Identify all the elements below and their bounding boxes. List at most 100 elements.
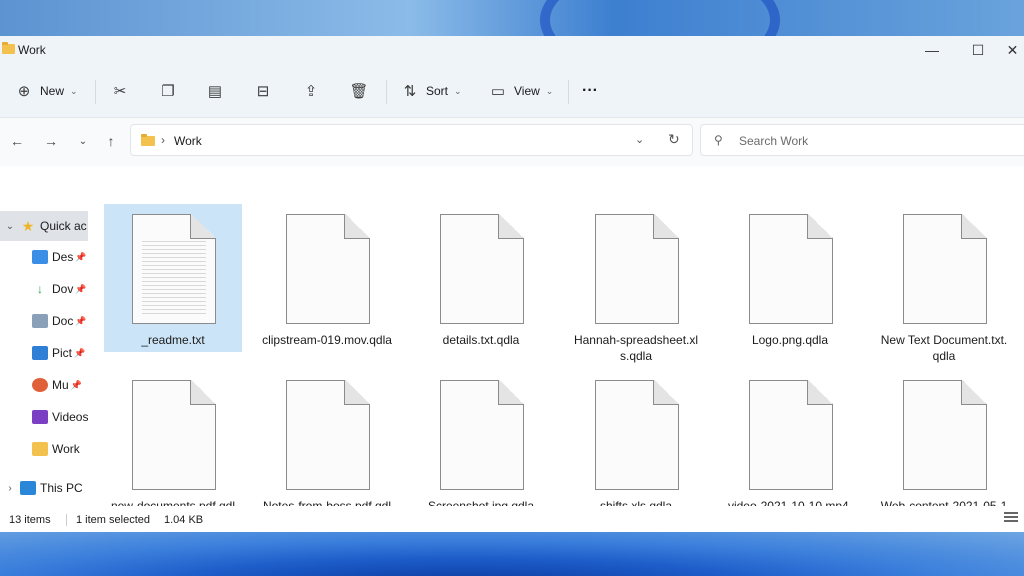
text-lines-icon [142, 238, 206, 314]
file-name: clipstream-019.mov.qdla [262, 333, 392, 347]
page-fold-icon [498, 214, 524, 239]
file-item[interactable]: Screenshot.jpg.qdla [412, 370, 550, 520]
file-item[interactable]: shifts.xls.qdla [567, 370, 705, 520]
search-box[interactable]: ⚲ [700, 124, 1024, 156]
back-button[interactable]: ← [5, 130, 29, 152]
sidebar-item-label: Doc [52, 314, 74, 328]
page-fold-icon [807, 380, 833, 405]
sidebar-item-label: Des [52, 250, 74, 264]
sort-button[interactable]: ⇅ Sort ⌄ [400, 76, 462, 106]
share-button[interactable]: ⇪ [301, 76, 321, 106]
pin-icon: 📌 [74, 347, 86, 358]
sidebar-item-work[interactable]: Work [0, 434, 88, 464]
status-bar: 13 items 1 item selected 1.04 KB [0, 506, 1024, 532]
sidebar-item-this-pc[interactable]: › This PC [0, 473, 88, 503]
page-fold-icon [961, 380, 987, 405]
file-item[interactable]: Notes-from-boss.pdf.qdla [258, 370, 396, 529]
sidebar-item-music[interactable]: Mu 📌 [0, 370, 88, 400]
desktop-icon [32, 250, 48, 264]
address-dropdown-icon[interactable]: ⌄ [635, 133, 644, 146]
sidebar-item-downloads[interactable]: ↓ Dov 📌 [0, 274, 88, 304]
clipboard-icon: ▤ [207, 83, 223, 100]
file-item[interactable]: New Text Document.txt.qdla [875, 204, 1013, 363]
sidebar-item-label: Quick ac [40, 219, 87, 233]
cut-button[interactable]: ✂ [110, 76, 130, 106]
file-name: New Text Document.txt.qdla [880, 333, 1008, 363]
sidebar-item-label: Videos [52, 410, 88, 424]
music-icon [32, 378, 48, 392]
file-list: _readme.txt clipstream-019.mov.qdla detail… [88, 166, 1024, 529]
file-item[interactable]: Web-content-2021-05-13.html.qdla [875, 370, 1013, 529]
chevron-expanded-icon[interactable]: ⌄ [0, 221, 20, 232]
copy-button[interactable]: ❐ [158, 76, 178, 106]
monitor-icon: ▭ [490, 83, 506, 100]
selection-count: 1 item selected [76, 514, 150, 526]
file-item[interactable]: Logo.png.qdla [721, 204, 859, 354]
document-icon [32, 314, 48, 328]
sidebar-item-label: Dov [52, 282, 74, 296]
file-item[interactable]: video-2021-10-10.mp4.qdla [721, 370, 859, 529]
download-icon: ↓ [37, 282, 43, 296]
file-item[interactable]: _readme.txt [104, 204, 242, 352]
forward-button[interactable]: → [39, 130, 63, 152]
pin-icon: 📌 [75, 251, 87, 262]
page-fold-icon [961, 214, 987, 239]
chevron-right-icon[interactable]: › [0, 483, 20, 494]
command-bar: ⊕ New ⌄ ✂ ❐ ▤ ⊟ ⇪ 🗑 ⇅ Sort ⌄ ▭ View ⌄ ··… [0, 64, 1024, 118]
chevron-down-icon: ⌄ [70, 85, 78, 96]
navigation-pane: ⌄ ★ Quick ac Des 📌 ↓ Dov 📌 Doc 📌 Pict 📌 [0, 166, 88, 506]
file-item[interactable]: details.txt.qdla [412, 204, 550, 354]
recent-locations-button[interactable]: ⌄ [71, 130, 95, 152]
delete-button[interactable]: 🗑 [349, 76, 369, 106]
folder-icon [32, 442, 48, 456]
sidebar-item-videos[interactable]: Videos [0, 402, 88, 432]
rename-button[interactable]: ⊟ [253, 76, 273, 106]
more-label: ··· [582, 82, 598, 99]
page-fold-icon [653, 214, 679, 239]
videos-icon [32, 410, 48, 424]
up-button[interactable]: ↑ [99, 130, 123, 152]
page-fold-icon [190, 214, 216, 239]
file-item[interactable]: Hannah-spreadsheet.xls.qdla [567, 204, 705, 363]
pin-icon: 📌 [75, 283, 87, 294]
file-name: details.txt.qdla [442, 333, 520, 347]
paste-button[interactable]: ▤ [205, 76, 225, 106]
sidebar-item-pictures[interactable]: Pict 📌 [0, 338, 88, 368]
toolbar-divider [386, 80, 387, 104]
toolbar-divider [95, 80, 96, 104]
new-button[interactable]: ⊕ New ⌄ [14, 76, 78, 106]
copy-icon: ❐ [161, 83, 175, 100]
view-button[interactable]: ▭ View ⌄ [488, 76, 553, 106]
view-label: View [514, 84, 540, 98]
sidebar-item-documents[interactable]: Doc 📌 [0, 306, 88, 336]
pc-icon [20, 481, 36, 495]
sidebar-item-quick-access[interactable]: ⌄ ★ Quick ac [0, 211, 88, 241]
refresh-icon[interactable]: ↻ [668, 131, 680, 148]
chevron-down-icon: ⌄ [454, 85, 462, 96]
pin-icon: 📌 [75, 315, 87, 326]
details-view-icon[interactable] [1004, 512, 1018, 524]
title-bar: Work — ☐ ✕ [0, 36, 1024, 64]
sidebar-item-label: Work [52, 442, 80, 456]
minimize-button[interactable]: — [909, 36, 955, 64]
breadcrumb-work[interactable]: Work [174, 134, 202, 148]
file-item[interactable]: clipstream-019.mov.qdla [258, 204, 396, 354]
address-bar[interactable]: › Work ⌄ ↻ [130, 124, 693, 156]
arrow-up-icon: ↑ [107, 133, 115, 149]
search-icon: ⚲ [714, 133, 723, 147]
sidebar-item-label: Mu [52, 378, 69, 392]
share-icon: ⇪ [304, 83, 318, 100]
pictures-icon [32, 346, 48, 360]
page-fold-icon [653, 380, 679, 405]
close-button[interactable]: ✕ [1001, 36, 1024, 64]
search-input[interactable] [739, 132, 1009, 150]
file-item[interactable]: new-documents.pdf.qdla [104, 370, 242, 529]
navigation-bar: ← → ⌄ ↑ › Work ⌄ ↻ ⚲ [0, 118, 1024, 166]
maximize-button[interactable]: ☐ [955, 36, 1001, 64]
trash-icon: 🗑 [349, 83, 369, 100]
sidebar-item-desktop[interactable]: Des 📌 [0, 242, 88, 272]
sidebar-item-label: This PC [40, 481, 83, 495]
page-fold-icon [344, 380, 370, 405]
more-options-button[interactable]: ··· [582, 76, 598, 106]
page-fold-icon [190, 380, 216, 405]
